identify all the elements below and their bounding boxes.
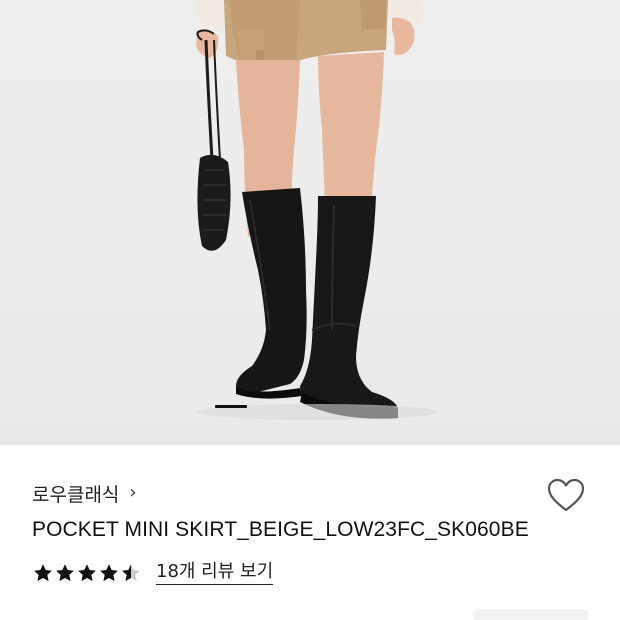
carousel-indicator[interactable] [215,405,247,408]
review-count-link[interactable]: 18개 리뷰 보기 [156,561,274,585]
product-title: POCKET MINI SKIRT_BEIGE_LOW23FC_SK060BE [32,518,529,541]
product-info-section: 로우클래식 › POCKET MINI SKIRT_BEIGE_LOW23FC_… [0,445,620,620]
product-image[interactable] [0,0,620,445]
product-detail-page: 로우클래식 › POCKET MINI SKIRT_BEIGE_LOW23FC_… [0,0,620,620]
heart-outline-icon [547,478,585,512]
star-half-icon [122,564,140,582]
star-full-icon [34,564,52,582]
star-full-icon [78,564,96,582]
wishlist-heart-button[interactable] [546,477,586,515]
chevron-right-icon: › [129,482,137,503]
brand-link[interactable]: 로우클래식 › [32,480,137,507]
star-rating [32,562,142,584]
product-photo-illustration [195,0,438,420]
star-full-icon [100,564,118,582]
partial-chip [474,609,588,620]
brand-name: 로우클래식 [32,484,120,506]
rating-row: 18개 리뷰 보기 [32,561,274,585]
star-full-icon [56,564,74,582]
